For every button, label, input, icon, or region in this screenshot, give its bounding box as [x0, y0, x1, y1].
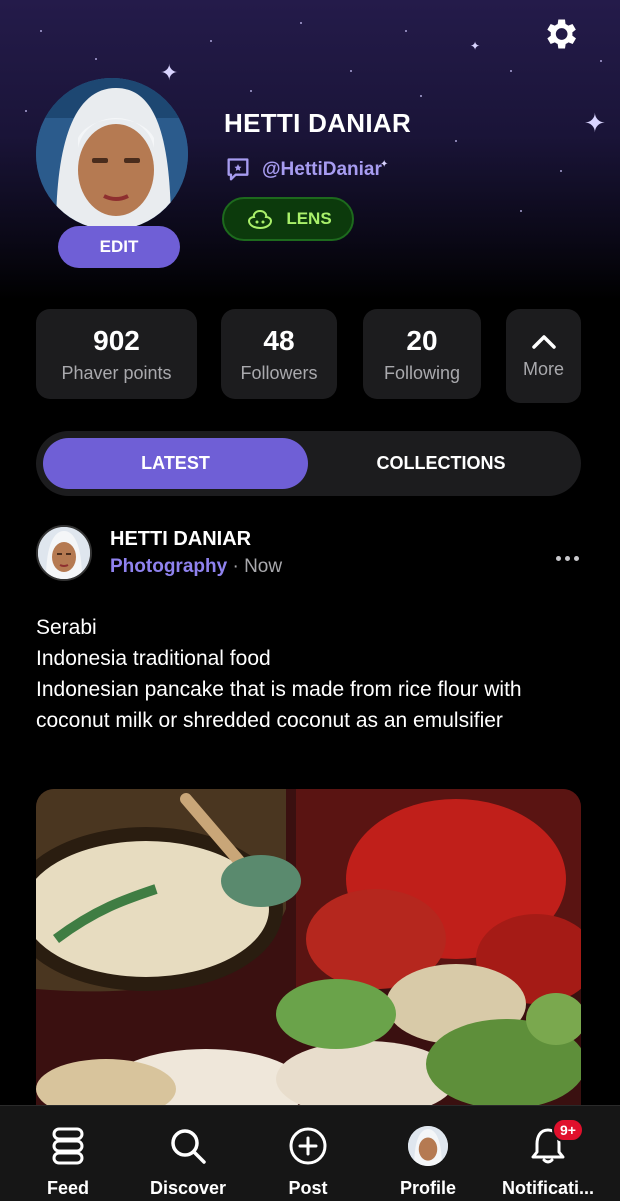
- avatar-photo: [36, 78, 188, 230]
- post-category[interactable]: Photography: [110, 556, 227, 577]
- search-icon: [171, 1129, 206, 1164]
- nav-label: Post: [288, 1178, 328, 1198]
- post-image[interactable]: [36, 789, 581, 1119]
- nav-label: Feed: [46, 1178, 89, 1198]
- post-options-button[interactable]: [550, 548, 584, 568]
- avatar: [408, 1126, 448, 1166]
- stat-label: Following: [383, 362, 461, 383]
- stat-followers[interactable]: 48 Followers: [221, 309, 337, 399]
- stat-value: 20: [406, 324, 438, 356]
- post-meta-separator: ·: [232, 556, 239, 577]
- settings-button[interactable]: [538, 12, 582, 56]
- plus-circle-icon: [289, 1127, 327, 1165]
- lens-badge-label: LENS: [286, 209, 332, 228]
- feed-stack-icon: [52, 1127, 84, 1165]
- stat-value: 902: [93, 324, 140, 356]
- stat-value: 48: [263, 324, 295, 356]
- nav-label: Profile: [399, 1178, 456, 1198]
- avatar-photo: [38, 527, 90, 579]
- chevron-up-icon: [531, 334, 556, 349]
- profile-handle-row: @HettiDaniar: [224, 156, 382, 184]
- post-time: Now: [244, 556, 283, 577]
- post-body: Serabi Indonesia traditional food Indone…: [36, 612, 596, 736]
- post-meta: Photography · Now: [110, 556, 282, 578]
- stat-following[interactable]: 20 Following: [363, 309, 481, 399]
- nav-label: Notificati...: [501, 1178, 594, 1198]
- nav-label: Discover: [149, 1178, 227, 1198]
- profile-avatar[interactable]: [36, 78, 188, 230]
- lens-leaf-icon: [248, 209, 273, 230]
- lens-badge[interactable]: LENS: [222, 197, 354, 241]
- stat-label: Phaver points: [61, 362, 172, 383]
- star-decoration: ✦: [470, 39, 481, 53]
- profile-name: HETTI DANIAR: [224, 108, 412, 138]
- star-decoration: ✦: [584, 108, 606, 138]
- nav-feed[interactable]: Feed: [6, 1106, 130, 1201]
- nav-post[interactable]: Post: [246, 1106, 370, 1201]
- tab-collections[interactable]: COLLECTIONS: [308, 438, 574, 489]
- stat-phaver-points[interactable]: 902 Phaver points: [36, 309, 197, 399]
- gear-icon: [547, 19, 576, 49]
- avatar-photo: [408, 1126, 448, 1166]
- star-decoration: ✦: [160, 60, 179, 85]
- nav-discover[interactable]: Discover: [126, 1106, 250, 1201]
- nav-profile[interactable]: Profile: [366, 1106, 490, 1201]
- more-button[interactable]: More: [506, 309, 581, 403]
- bottom-navigation: Feed Discover Post Profile 9+ Notificati…: [0, 1105, 620, 1201]
- nav-notifications[interactable]: 9+ Notificati...: [486, 1106, 610, 1201]
- food-photo: [36, 789, 581, 1119]
- more-dots-icon: [555, 555, 561, 561]
- notification-count-badge: 9+: [552, 1118, 584, 1142]
- post-text-line: Indonesia traditional food: [36, 647, 271, 670]
- profile-tabs: LATEST COLLECTIONS: [36, 431, 581, 496]
- post-text-line: Indonesian pancake that is made from ric…: [36, 678, 522, 732]
- profile-handle[interactable]: @HettiDaniar: [262, 159, 382, 181]
- post-author-avatar[interactable]: [36, 525, 92, 581]
- chat-bubble-icon: [227, 158, 249, 181]
- stat-label: Followers: [240, 362, 318, 383]
- tab-latest[interactable]: LATEST: [43, 438, 308, 489]
- post-author-name[interactable]: HETTI DANIAR: [110, 528, 251, 551]
- edit-profile-button[interactable]: EDIT: [58, 226, 180, 268]
- post-text-line: Serabi: [36, 616, 97, 639]
- more-label: More: [522, 358, 564, 379]
